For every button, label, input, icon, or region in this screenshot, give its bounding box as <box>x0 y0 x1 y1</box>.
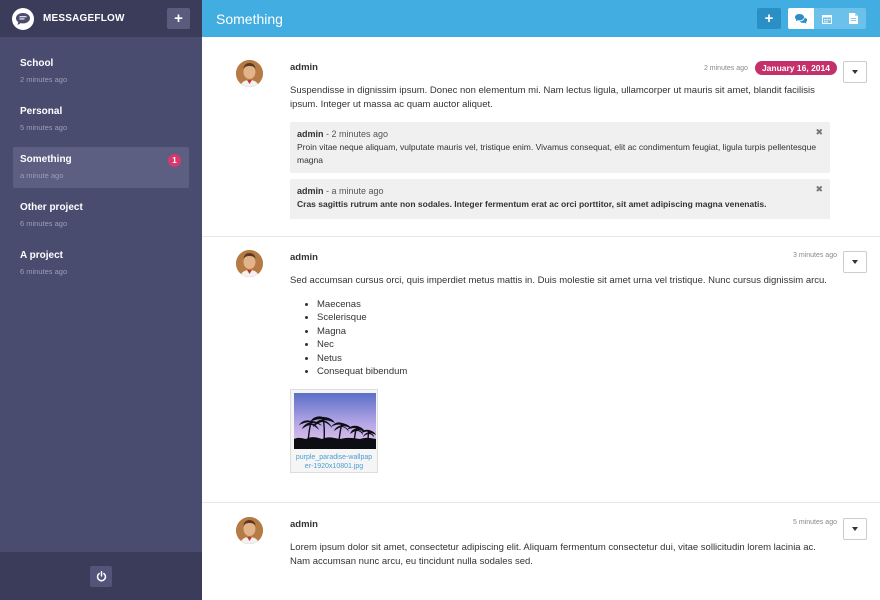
bullet-list: Maecenas Scelerisque Magna Nec Netus Con… <box>290 298 830 379</box>
image-attachment[interactable]: purple_paradise-wallpaper-1920x10801.jpg <box>290 389 378 473</box>
sidebar-header: MESSAGEFLOW + <box>0 0 202 37</box>
comment: admin - a minute ago Cras sagittis rutru… <box>290 179 830 219</box>
project-list: School 2 minutes ago Personal 5 minutes … <box>0 37 202 284</box>
comments-icon <box>795 13 807 24</box>
list-item: Maecenas <box>317 298 830 312</box>
topbar: Something + <box>202 0 880 37</box>
files-view-button[interactable] <box>840 8 866 29</box>
plus-icon: + <box>174 10 183 27</box>
message-options-button[interactable] <box>843 61 867 83</box>
sidebar-item-personal[interactable]: Personal 5 minutes ago <box>13 99 189 140</box>
avatar <box>236 250 263 277</box>
sidebar-item-school[interactable]: School 2 minutes ago <box>13 51 189 92</box>
close-icon[interactable]: ✖ <box>815 184 823 195</box>
project-name: Personal <box>20 106 63 117</box>
message-meta: 3 minutes ago <box>793 252 837 259</box>
comment: admin - 2 minutes ago Proin vitae neque … <box>290 122 830 173</box>
message-body: Suspendisse in dignissim ipsum. Donec no… <box>290 85 815 110</box>
add-project-button[interactable]: + <box>167 8 190 29</box>
power-icon <box>96 570 106 581</box>
list-item: Consequat bibendum <box>317 365 830 379</box>
project-time: a minute ago <box>20 171 64 180</box>
list-item: Magna <box>317 325 830 339</box>
list-item: Scelerisque <box>317 311 830 325</box>
message-meta: 2 minutes ago January 16, 2014 <box>704 61 837 75</box>
message: admin 5 minutes ago Lorem ipsum dolor si… <box>202 503 880 600</box>
project-time: 2 minutes ago <box>20 75 68 84</box>
comment-time: - 2 minutes ago <box>326 129 389 139</box>
project-name: School <box>20 58 54 69</box>
comment-header: admin - 2 minutes ago <box>297 128 823 140</box>
caret-down-icon <box>852 70 858 74</box>
message: admin 3 minutes ago Sed accumsan cursus … <box>202 237 880 503</box>
list-item: Netus <box>317 352 830 366</box>
calendar-icon <box>822 14 832 24</box>
project-time: 5 minutes ago <box>20 123 68 132</box>
message-body: Lorem ipsum dolor sit amet, consectetur … <box>290 542 816 567</box>
app-name: MESSAGEFLOW <box>43 13 125 24</box>
attachment-filename: purple_paradise-wallpaper-1920x10801.jpg <box>295 454 373 470</box>
plus-icon: + <box>764 10 774 27</box>
message-meta: 5 minutes ago <box>793 519 837 526</box>
caret-down-icon <box>852 260 858 264</box>
message-options-button[interactable] <box>843 251 867 273</box>
close-icon[interactable]: ✖ <box>815 127 823 138</box>
comment-text: Proin vitae neque aliquam, vulputate mau… <box>297 142 817 165</box>
date-badge: January 16, 2014 <box>754 61 837 75</box>
message-author: admin <box>290 519 318 530</box>
view-toggle-group <box>788 8 866 29</box>
project-name: A project <box>20 250 63 261</box>
comment-time: - a minute ago <box>326 186 384 196</box>
project-time: 6 minutes ago <box>20 267 68 276</box>
message-author: admin <box>290 62 318 73</box>
message-feed: admin 2 minutes ago January 16, 2014 Sus… <box>202 37 880 600</box>
message: admin 2 minutes ago January 16, 2014 Sus… <box>202 37 880 237</box>
attachment-thumbnail <box>294 393 376 449</box>
comment-author: admin <box>297 186 324 196</box>
sidebar-item-other-project[interactable]: Other project 6 minutes ago <box>13 195 189 236</box>
avatar <box>236 517 263 544</box>
messages-view-button[interactable] <box>788 8 814 29</box>
comment-header: admin - a minute ago <box>297 185 823 197</box>
unread-badge: 1 <box>168 154 181 167</box>
message-options-button[interactable] <box>843 518 867 540</box>
project-time: 6 minutes ago <box>20 219 68 228</box>
list-item: Nec <box>317 338 830 352</box>
comment-text: Cras sagittis rutrum ante non sodales. I… <box>297 199 767 209</box>
message-time: 2 minutes ago <box>703 64 748 72</box>
page-title: Something <box>216 10 283 27</box>
sidebar-footer <box>0 552 202 600</box>
new-message-button[interactable]: + <box>757 8 781 29</box>
comment-author: admin <box>297 129 324 139</box>
chat-bubble-icon <box>12 7 34 30</box>
message-time: 3 minutes ago <box>793 252 837 259</box>
sidebar-item-something[interactable]: Something a minute ago 1 <box>13 147 189 188</box>
project-name: Other project <box>20 202 83 213</box>
sidebar: MESSAGEFLOW + School 2 minutes ago Perso… <box>0 0 202 600</box>
message-author: admin <box>290 252 318 263</box>
avatar <box>236 60 263 87</box>
sidebar-item-a-project[interactable]: A project 6 minutes ago <box>13 243 189 284</box>
file-icon <box>848 13 858 24</box>
project-name: Something <box>20 154 72 165</box>
logout-button[interactable] <box>90 565 112 587</box>
message-time: 5 minutes ago <box>793 519 837 526</box>
caret-down-icon <box>852 527 858 531</box>
calendar-view-button[interactable] <box>814 8 840 29</box>
message-body: Sed accumsan cursus orci, quis imperdiet… <box>290 274 830 379</box>
message-text: Sed accumsan cursus orci, quis imperdiet… <box>290 275 827 286</box>
